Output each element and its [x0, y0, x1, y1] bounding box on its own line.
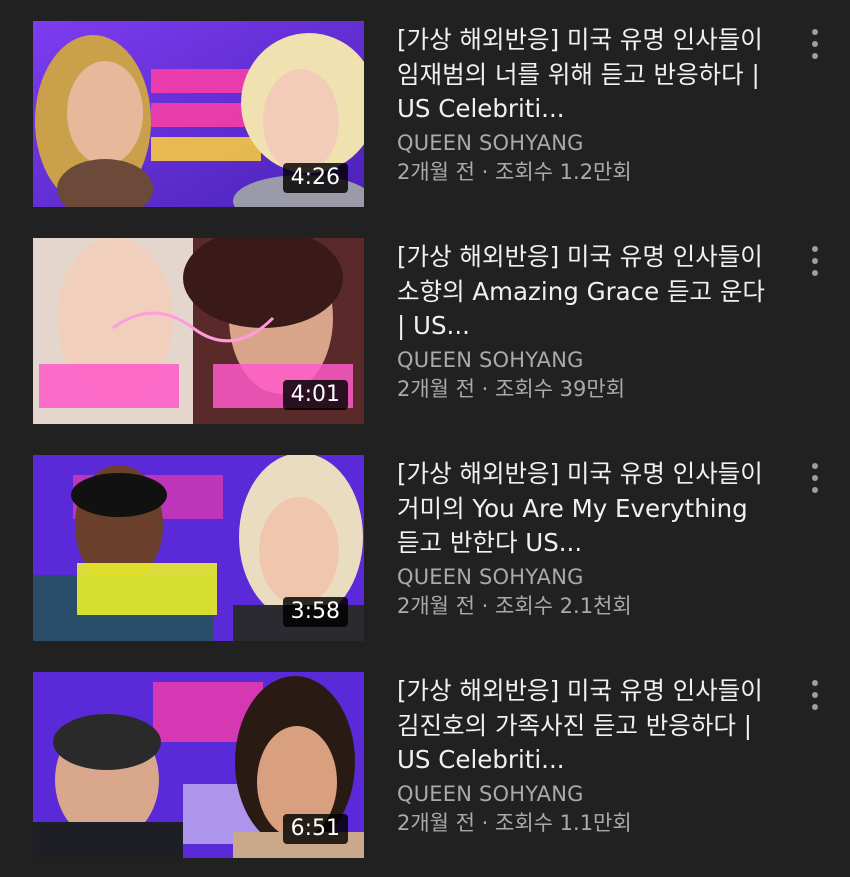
more-vert-icon[interactable] [803, 678, 827, 718]
video-title[interactable]: [가상 해외반응] 미국 유명 인사들이 임재범의 너를 위해 듣고 반응하다 … [397, 23, 767, 127]
video-stats: 2개월 전 · 조회수 1.2만회 [397, 159, 632, 184]
video-stats: 2개월 전 · 조회수 1.1만회 [397, 810, 632, 835]
video-title[interactable]: [가상 해외반응] 미국 유명 인사들이 소향의 Amazing Grace 듣… [397, 240, 767, 344]
video-duration: 3:58 [282, 597, 348, 627]
video-duration: 6:51 [282, 814, 348, 844]
video-title[interactable]: [가상 해외반응] 미국 유명 인사들이 거미의 You Are My Ever… [397, 457, 767, 561]
video-title[interactable]: [가상 해외반응] 미국 유명 인사들이 김진호의 가족사진 듣고 반응하다 |… [397, 674, 767, 778]
video-list: 4:26 [가상 해외반응] 미국 유명 인사들이 임재범의 너를 위해 듣고 … [0, 0, 850, 877]
video-stats: 2개월 전 · 조회수 39만회 [397, 376, 626, 401]
video-thumbnail[interactable]: 6:51 [33, 672, 364, 858]
video-duration: 4:26 [282, 163, 348, 193]
video-meta[interactable]: [가상 해외반응] 미국 유명 인사들이 임재범의 너를 위해 듣고 반응하다 … [397, 23, 767, 187]
video-item[interactable]: 4:01 [가상 해외반응] 미국 유명 인사들이 소향의 Amazing Gr… [0, 238, 850, 424]
channel-name[interactable]: QUEEN SOHYANG [397, 780, 767, 809]
channel-name[interactable]: QUEEN SOHYANG [397, 129, 767, 158]
channel-name[interactable]: QUEEN SOHYANG [397, 346, 767, 375]
video-stats: 2개월 전 · 조회수 2.1천회 [397, 593, 632, 618]
more-vert-icon[interactable] [803, 461, 827, 501]
video-meta[interactable]: [가상 해외반응] 미국 유명 인사들이 김진호의 가족사진 듣고 반응하다 |… [397, 674, 767, 838]
video-meta[interactable]: [가상 해외반응] 미국 유명 인사들이 거미의 You Are My Ever… [397, 457, 767, 621]
video-item[interactable]: 3:58 [가상 해외반응] 미국 유명 인사들이 거미의 You Are My… [0, 455, 850, 641]
more-vert-icon[interactable] [803, 27, 827, 67]
video-thumbnail[interactable]: 4:01 [33, 238, 364, 424]
video-duration: 4:01 [282, 380, 348, 410]
video-item[interactable]: 6:51 [가상 해외반응] 미국 유명 인사들이 김진호의 가족사진 듣고 반… [0, 672, 850, 858]
video-thumbnail[interactable]: 4:26 [33, 21, 364, 207]
video-item[interactable]: 4:26 [가상 해외반응] 미국 유명 인사들이 임재범의 너를 위해 듣고 … [0, 21, 850, 207]
channel-name[interactable]: QUEEN SOHYANG [397, 563, 767, 592]
video-meta[interactable]: [가상 해외반응] 미국 유명 인사들이 소향의 Amazing Grace 듣… [397, 240, 767, 404]
video-thumbnail[interactable]: 3:58 [33, 455, 364, 641]
more-vert-icon[interactable] [803, 244, 827, 284]
